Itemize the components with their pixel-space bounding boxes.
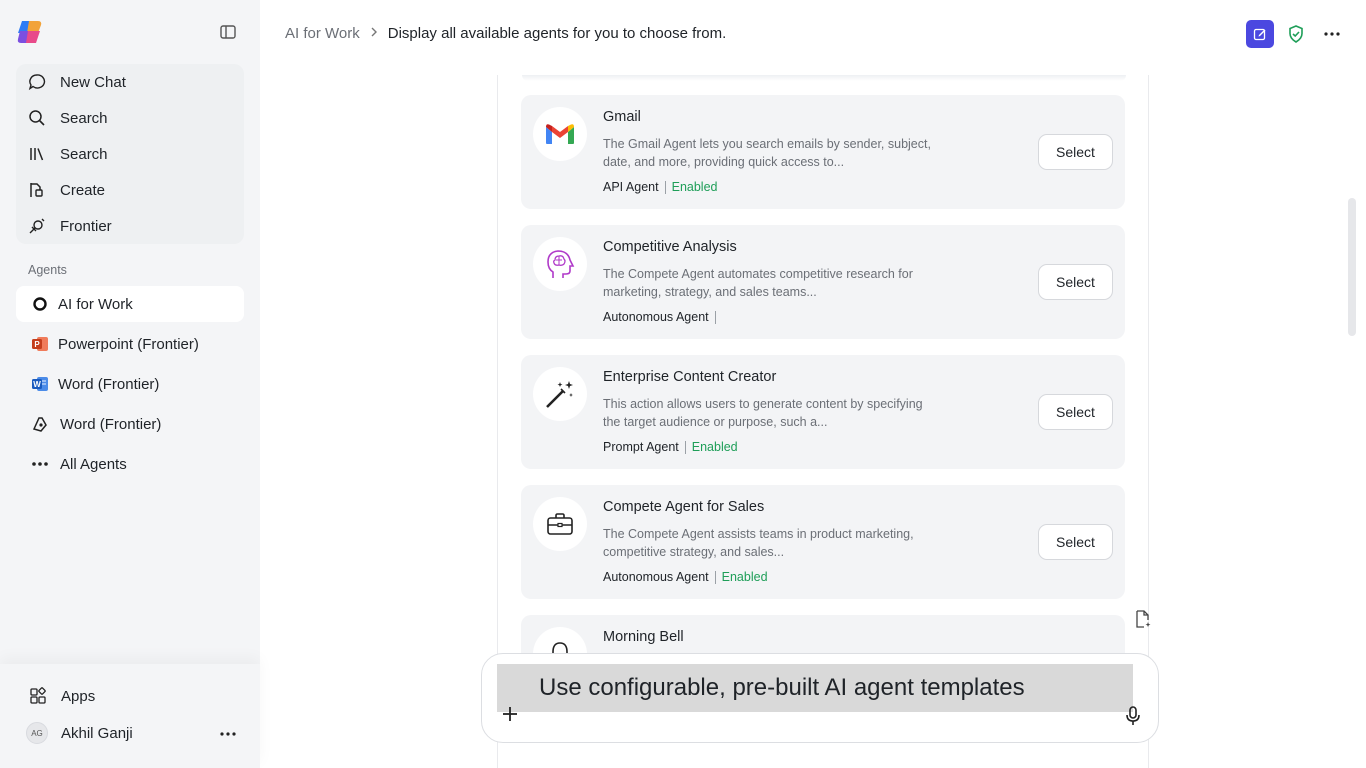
agent-description: This action allows users to generate con… (603, 397, 923, 429)
scrollbar-thumb[interactable] (1348, 198, 1356, 336)
agent-meta: Autonomous Agent Enabled (603, 570, 768, 584)
meta-divider (684, 440, 686, 454)
agent-card-competitive-analysis: Competitive Analysis The Compete Agent a… (521, 225, 1125, 339)
user-profile[interactable]: AG Akhil Ganji (26, 722, 133, 744)
agent-card-gmail: Gmail The Gmail Agent lets you search em… (521, 95, 1125, 209)
ring-icon (30, 294, 50, 314)
status-badge: Enabled (671, 180, 718, 194)
edit-icon (1253, 28, 1266, 41)
agent-powerpoint-frontier[interactable]: P Powerpoint (Frontier) (16, 326, 244, 362)
nav-create[interactable]: Create (26, 176, 105, 204)
file-sparkle-icon[interactable] (1133, 609, 1153, 629)
shield-check-icon[interactable] (1286, 24, 1306, 44)
collapse-sidebar-icon[interactable] (218, 22, 238, 42)
agent-word-frontier[interactable]: W Word (Frontier) (16, 366, 244, 402)
agent-word-frontier-alt[interactable]: Word (Frontier) (16, 406, 244, 442)
gmail-icon (533, 107, 587, 161)
briefcase-icon (533, 497, 587, 551)
sidebar-footer: Apps AG Akhil Ganji (0, 664, 260, 768)
agent-label: AI for Work (58, 295, 133, 313)
agent-ai-for-work[interactable]: AI for Work (16, 286, 244, 322)
agent-description: The Compete Agent automates competitive … (603, 267, 913, 299)
select-button[interactable]: Select (1038, 394, 1113, 430)
agent-type: Autonomous Agent (603, 310, 709, 324)
library-icon (26, 143, 48, 165)
chat-composer[interactable]: Use configurable, pre-built AI agent tem… (481, 653, 1159, 743)
previous-card-edge (522, 75, 1126, 81)
agent-type: Autonomous Agent (603, 570, 709, 584)
meta-divider (664, 180, 666, 194)
magic-wand-icon (533, 367, 587, 421)
select-button[interactable]: Select (1038, 264, 1113, 300)
meta-divider (714, 570, 716, 584)
breadcrumb: AI for Work Display all available agents… (285, 25, 726, 42)
agent-meta: API Agent Enabled (603, 180, 717, 194)
apps-label: Apps (61, 687, 96, 705)
nav-label: Frontier (60, 217, 112, 235)
chevron-right-icon (370, 26, 378, 41)
agent-title: Compete Agent for Sales (603, 499, 765, 515)
new-edit-button[interactable] (1246, 20, 1274, 48)
word-icon: W (30, 374, 50, 394)
agent-type: API Agent (603, 180, 659, 194)
status-badge: Enabled (721, 570, 768, 584)
brain-head-icon (533, 237, 587, 291)
meta-divider (714, 310, 716, 324)
nav-new-chat[interactable]: New Chat (26, 68, 126, 96)
sidebar: New Chat Search Search Create Frontier A… (0, 0, 260, 768)
agent-meta: Autonomous Agent (603, 310, 722, 324)
agent-label: All Agents (60, 455, 127, 473)
nav-label: New Chat (60, 73, 126, 91)
agents-section-label: Agents (28, 263, 67, 277)
pen-nib-icon (30, 414, 50, 434)
create-icon (26, 179, 48, 201)
agent-description: The Compete Agent assists teams in produ… (603, 527, 914, 559)
user-more-icon[interactable] (219, 724, 237, 744)
search-icon (26, 107, 48, 129)
apps-link[interactable]: Apps (28, 686, 95, 706)
ellipsis-icon (30, 454, 50, 474)
avatar: AG (26, 722, 48, 744)
agent-label: Word (Frontier) (58, 375, 160, 393)
agent-title: Morning Bell (603, 629, 684, 645)
status-badge: Enabled (691, 440, 738, 454)
breadcrumb-root[interactable]: AI for Work (285, 25, 360, 42)
nav-label: Search (60, 109, 108, 127)
chat-bubble-icon (26, 71, 48, 93)
primary-nav: New Chat Search Search Create Frontier (16, 64, 244, 244)
svg-text:W: W (33, 380, 41, 389)
microphone-icon[interactable] (1123, 705, 1143, 727)
nav-frontier[interactable]: Frontier (26, 212, 112, 240)
svg-text:P: P (34, 340, 40, 349)
powerpoint-icon: P (30, 334, 50, 354)
user-name: Akhil Ganji (61, 724, 133, 742)
select-button[interactable]: Select (1038, 134, 1113, 170)
apps-grid-icon (28, 686, 48, 706)
suggestion-text[interactable]: Use configurable, pre-built AI agent tem… (497, 664, 1133, 712)
breadcrumb-current: Display all available agents for you to … (387, 25, 727, 42)
agent-meta: Prompt Agent Enabled (603, 440, 738, 454)
nav-label: Create (60, 181, 106, 199)
more-options-icon[interactable] (1322, 24, 1342, 44)
agent-title: Gmail (603, 109, 641, 125)
agent-type: Prompt Agent (603, 440, 679, 454)
plus-icon[interactable] (501, 705, 519, 723)
agent-label: Word (Frontier) (60, 415, 162, 433)
agent-title: Enterprise Content Creator (603, 369, 777, 385)
agent-all-agents[interactable]: All Agents (16, 446, 244, 482)
select-button[interactable]: Select (1038, 524, 1113, 560)
agent-label: Powerpoint (Frontier) (58, 335, 199, 353)
nav-search[interactable]: Search (26, 104, 108, 132)
agent-card-compete-agent-for-sales: Compete Agent for Sales The Compete Agen… (521, 485, 1125, 599)
nav-label: Search (60, 145, 108, 163)
copilot-logo-icon[interactable] (16, 19, 44, 45)
agent-title: Competitive Analysis (603, 239, 737, 255)
agent-card-enterprise-content-creator: Enterprise Content Creator This action a… (521, 355, 1125, 469)
nav-library-search[interactable]: Search (26, 140, 108, 168)
agent-description: The Gmail Agent lets you search emails b… (603, 137, 931, 169)
frontier-icon (26, 215, 48, 237)
